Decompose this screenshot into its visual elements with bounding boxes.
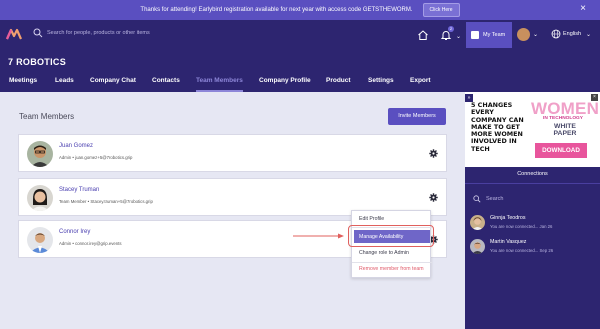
chevron-down-icon[interactable]: ⌄ <box>586 31 591 38</box>
connections-search[interactable]: Search <box>473 195 503 203</box>
connection-item[interactable]: Martin Vasquez You are now connected... … <box>470 238 595 258</box>
tab-export[interactable]: Export <box>410 72 431 92</box>
avatar <box>27 185 53 211</box>
connection-date: Sep 26 <box>539 248 554 253</box>
member-meta: Admin • connor.irey@grip.events <box>59 241 122 246</box>
change-role-menu-item[interactable]: Change role to Admin <box>359 250 409 256</box>
ad-in-technology: IN TECHNOLOGY <box>543 116 583 121</box>
avatar <box>470 239 485 254</box>
avatar <box>27 227 53 253</box>
remove-member-menu-item[interactable]: Remove member from team <box>359 266 424 272</box>
tab-contacts[interactable]: Contacts <box>152 72 180 92</box>
connection-message: You are now connected... <box>490 224 539 229</box>
highlight-ring <box>348 225 434 247</box>
chevron-down-icon[interactable]: ⌄ <box>456 33 461 40</box>
member-meta: Team Member • Stacey.truman+5@7robotics.… <box>59 199 153 204</box>
invite-members-button[interactable]: Invite Members <box>388 108 446 125</box>
member-role: Team Member <box>59 199 87 204</box>
tab-company-profile[interactable]: Company Profile <box>259 72 311 92</box>
member-meta: Admin • juan.gomez+5@7robotics.grip <box>59 155 132 160</box>
ad-white-paper: WHITE PAPER <box>553 123 577 137</box>
avatar <box>27 141 53 167</box>
company-name: 7 ROBOTICS <box>8 57 67 67</box>
meta-separator: • <box>87 199 90 204</box>
meta-separator: • <box>72 155 74 160</box>
tab-leads[interactable]: Leads <box>55 72 74 92</box>
connection-name: Ginnja Teodros <box>490 215 526 221</box>
banner-close-icon[interactable]: × <box>580 4 586 14</box>
tab-product[interactable]: Product <box>326 72 351 92</box>
member-card: Juan Gomez Admin • juan.gomez+5@7robotic… <box>18 134 447 172</box>
member-role: Admin <box>59 241 72 246</box>
menu-divider <box>352 262 432 263</box>
divider <box>465 183 600 184</box>
tab-company-chat[interactable]: Company Chat <box>90 72 136 92</box>
right-sidebar: » × 5 CHANGES EVERY COMPANY CAN MAKE TO … <box>465 92 600 329</box>
search-icon <box>473 195 481 203</box>
page-title: Team Members <box>19 112 75 121</box>
home-icon[interactable] <box>417 29 429 41</box>
sponsor-ad-banner[interactable]: » × 5 CHANGES EVERY COMPANY CAN MAKE TO … <box>465 92 600 169</box>
my-team-button[interactable]: My Team <box>466 22 512 48</box>
chevron-down-icon[interactable]: ⌄ <box>533 31 538 38</box>
connections-search-input[interactable]: Search <box>486 196 503 202</box>
annotation-arrow-icon <box>293 233 344 239</box>
language-selector[interactable]: English <box>563 31 581 37</box>
tab-team-members[interactable]: Team Members <box>196 72 243 92</box>
connection-subtitle: You are now connected... Jan 26 <box>490 224 552 229</box>
tab-settings[interactable]: Settings <box>368 72 394 92</box>
member-name[interactable]: Juan Gomez <box>59 143 93 149</box>
member-name[interactable]: Connor Irey <box>59 229 90 235</box>
download-now-button[interactable]: DOWNLOAD NOW <box>535 143 587 169</box>
globe-icon <box>551 29 561 39</box>
member-email: Stacey.truman+5@7robotics.grip <box>90 199 153 204</box>
member-name[interactable]: Stacey Truman <box>59 187 99 193</box>
member-role: Admin <box>59 155 72 160</box>
edit-profile-menu-item[interactable]: Edit Profile <box>359 216 384 222</box>
my-team-label: My Team <box>483 32 506 38</box>
company-header: 7 ROBOTICS Meetings Leads Company Chat C… <box>0 50 600 92</box>
gear-icon[interactable] <box>429 193 438 202</box>
connection-date: Jan 26 <box>539 224 553 229</box>
avatar <box>470 215 485 230</box>
top-navigation-bar: Search for people, products or other ite… <box>0 20 600 50</box>
connection-subtitle: You are now connected... Sep 26 <box>490 248 553 253</box>
banner-text: Thanks for attending! Earlybird registra… <box>140 7 413 13</box>
ad-headline: 5 CHANGES EVERY COMPANY CAN MAKE TO GET … <box>471 101 524 153</box>
connections-title: Connections <box>517 171 548 177</box>
banner-click-here-button[interactable]: Click Here <box>422 3 460 17</box>
global-search[interactable]: Search for people, products or other ite… <box>33 28 150 38</box>
member-email: connor.irey@grip.events <box>75 241 122 246</box>
meta-separator: • <box>72 241 74 246</box>
user-avatar[interactable] <box>517 28 530 41</box>
connection-message: You are now connected... <box>490 248 539 253</box>
team-icon <box>471 31 479 39</box>
member-email: juan.gomez+5@7robotics.grip <box>75 155 133 160</box>
connection-name: Martin Vasquez <box>490 239 527 245</box>
tab-meetings[interactable]: Meetings <box>9 72 37 92</box>
announcement-banner: Thanks for attending! Earlybird registra… <box>0 0 600 20</box>
connection-item[interactable]: Ginnja Teodros You are now connected... … <box>470 214 595 234</box>
notification-badge: 2 <box>448 26 454 32</box>
search-icon <box>33 28 43 38</box>
gear-icon[interactable] <box>429 149 438 158</box>
search-input[interactable]: Search for people, products or other ite… <box>47 30 150 36</box>
app-logo-icon[interactable] <box>6 27 22 43</box>
